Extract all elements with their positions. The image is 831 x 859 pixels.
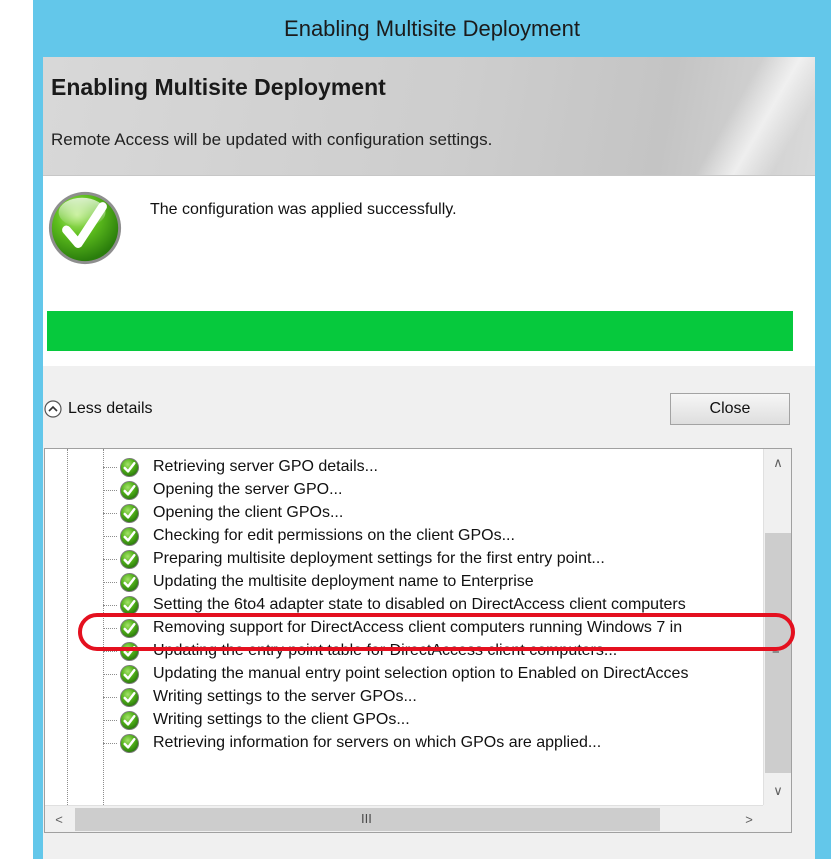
header-decoration xyxy=(685,57,815,175)
tree-branch xyxy=(103,651,117,652)
list-item-label: Preparing multisite deployment settings … xyxy=(153,550,605,567)
tree-branch xyxy=(103,697,117,698)
success-check-icon xyxy=(119,710,140,731)
tree-branch xyxy=(103,559,117,560)
less-details-label: Less details xyxy=(68,400,153,417)
scroll-left-icon[interactable]: < xyxy=(45,806,73,832)
list-item[interactable]: Updating the manual entry point selectio… xyxy=(45,663,765,686)
success-check-icon xyxy=(119,641,140,662)
list-item-label: Updating the entry point table for Direc… xyxy=(153,642,618,659)
list-item[interactable]: Opening the server GPO... xyxy=(45,479,765,502)
list-item-label: Updating the manual entry point selectio… xyxy=(153,665,689,682)
list-item-label: Setting the 6to4 adapter state to disabl… xyxy=(153,596,686,613)
scroll-right-icon[interactable]: > xyxy=(735,806,763,832)
chevron-up-icon xyxy=(44,400,62,418)
success-check-icon xyxy=(119,595,140,616)
background-edge xyxy=(0,0,33,859)
window-frame-right xyxy=(815,0,831,859)
success-check-icon xyxy=(119,618,140,639)
list-item-label: Writing settings to the client GPOs... xyxy=(153,711,410,728)
scrollbar-corner xyxy=(763,805,791,832)
close-button[interactable]: Close xyxy=(670,393,790,425)
list-item[interactable]: Updating the entry point table for Direc… xyxy=(45,640,765,663)
scroll-grip-icon: III xyxy=(361,811,372,826)
list-item-label: Removing support for DirectAccess client… xyxy=(153,619,683,636)
tree-branch xyxy=(103,513,117,514)
tree-branch xyxy=(103,582,117,583)
success-check-icon xyxy=(119,457,140,478)
tree-branch xyxy=(103,720,117,721)
success-check-icon xyxy=(119,549,140,570)
list-item[interactable]: Retrieving server GPO details... xyxy=(45,456,765,479)
success-check-icon xyxy=(119,503,140,524)
window-title: Enabling Multisite Deployment xyxy=(284,15,580,41)
scroll-grip-icon: ≡ xyxy=(772,642,780,657)
tree-branch xyxy=(103,605,117,606)
tree-branch xyxy=(103,536,117,537)
tree-branch xyxy=(103,467,117,468)
window-frame-left xyxy=(33,0,43,859)
list-item-label: Opening the server GPO... xyxy=(153,481,343,498)
list-item[interactable]: Removing support for DirectAccess client… xyxy=(45,617,765,640)
list-item-label: Retrieving server GPO details... xyxy=(153,458,378,475)
vertical-scroll-thumb[interactable]: ≡ xyxy=(765,533,791,773)
details-list[interactable]: Retrieving server GPO details... Opening … xyxy=(44,448,792,833)
list-item-label: Retrieving information for servers on wh… xyxy=(153,734,602,751)
progress-bar xyxy=(47,311,793,351)
success-check-icon xyxy=(119,687,140,708)
success-check-icon xyxy=(119,572,140,593)
list-item[interactable]: Opening the client GPOs... xyxy=(45,502,765,525)
tree-branch xyxy=(103,743,117,744)
list-item[interactable]: Writing settings to the server GPOs... xyxy=(45,686,765,709)
list-item-label: Checking for edit permissions on the cli… xyxy=(153,527,515,544)
list-item[interactable]: Checking for edit permissions on the cli… xyxy=(45,525,765,548)
status-panel: The configuration was applied successful… xyxy=(43,176,815,366)
list-item-label: Updating the multisite deployment name t… xyxy=(153,573,534,590)
status-message: The configuration was applied successful… xyxy=(150,201,457,218)
list-item-label: Opening the client GPOs... xyxy=(153,504,344,521)
list-item[interactable]: Retrieving information for servers on wh… xyxy=(45,732,765,755)
list-item[interactable]: Writing settings to the client GPOs... xyxy=(45,709,765,732)
less-details-toggle[interactable]: Less details xyxy=(44,400,153,418)
scroll-down-icon[interactable]: ∨ xyxy=(764,777,791,805)
vertical-scrollbar[interactable]: ∧ ≡ ∨ xyxy=(763,449,791,805)
success-check-icon xyxy=(119,526,140,547)
page-title: Enabling Multisite Deployment xyxy=(51,74,386,100)
success-check-icon xyxy=(119,733,140,754)
tree-branch xyxy=(103,674,117,675)
details-rows: Retrieving server GPO details... Opening … xyxy=(45,456,765,755)
list-item[interactable]: Setting the 6to4 adapter state to disabl… xyxy=(45,594,765,617)
list-item[interactable]: Preparing multisite deployment settings … xyxy=(45,548,765,571)
success-check-icon xyxy=(119,664,140,685)
list-item-label: Writing settings to the server GPOs... xyxy=(153,688,417,705)
horizontal-scrollbar[interactable]: < III > xyxy=(45,805,763,832)
header-banner: Enabling Multisite Deployment Remote Acc… xyxy=(43,57,815,176)
tree-branch xyxy=(103,628,117,629)
tree-branch xyxy=(103,490,117,491)
title-bar[interactable]: Enabling Multisite Deployment xyxy=(33,0,831,57)
list-item[interactable]: Updating the multisite deployment name t… xyxy=(45,571,765,594)
scroll-up-icon[interactable]: ∧ xyxy=(764,449,791,477)
checkmark-icon xyxy=(48,191,122,265)
success-check-icon xyxy=(119,480,140,501)
dialog-window: Enabling Multisite Deployment Enabling M… xyxy=(0,0,831,859)
horizontal-scroll-thumb[interactable]: III xyxy=(75,808,660,831)
page-subtitle: Remote Access will be updated with confi… xyxy=(51,130,493,149)
